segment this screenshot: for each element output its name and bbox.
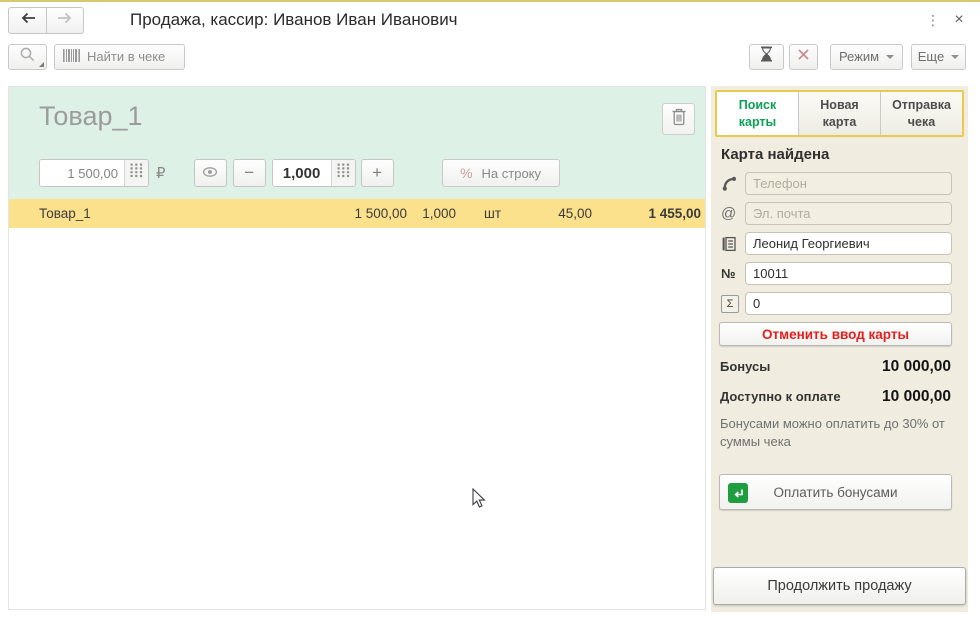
search-icon [19,46,36,68]
mode-label: Режим [838,49,880,64]
hourglass-icon [759,46,774,67]
email-field-row: @ [719,202,952,225]
quantity-increase-button[interactable]: + [360,159,394,187]
plus-icon: + [372,163,383,182]
bonuses-value: 10 000,00 [882,358,951,375]
window-menu-icon[interactable]: ⋮ [922,12,944,29]
search-button[interactable] [8,43,47,70]
phone-icon [719,175,745,192]
line-discount: 45,00 [558,206,592,221]
nav-button-group [8,6,84,34]
price-input[interactable] [40,160,124,186]
line-price: 1 500,00 [354,206,407,221]
price-input-box [39,159,149,187]
number-sign-icon: № [721,266,736,281]
more-dropdown-button[interactable]: Еще [911,43,966,70]
trash-icon [671,108,687,131]
arrow-left-icon [20,11,36,29]
email-input[interactable] [745,202,952,225]
pay-with-bonuses-button[interactable]: Оплатить бонусами [719,474,952,511]
line-total: 1 455,00 [648,206,701,221]
eye-icon [202,163,218,183]
sigma-icon-wrap: Σ [719,294,745,313]
card-status-title: Карта найдена [721,146,830,163]
keypad-icon [130,163,143,183]
quantity-input[interactable] [272,160,331,186]
find-in-receipt-label: Найти в чеке [87,49,166,64]
email-at-icon: @ [721,205,737,222]
sidebar-content: Карта найдена @ № [711,146,968,511]
available-line: Доступно к оплате 10 000,00 [719,388,952,406]
sum-field-row: Σ [719,292,952,315]
receipt-panel: Товар_1 ₽ [8,86,706,610]
bonuses-label: Бонусы [720,359,771,374]
delete-line-button[interactable] [662,103,695,135]
forward-button[interactable] [46,7,83,33]
continue-sale-button[interactable]: Продолжить продажу [713,567,966,605]
more-label: Еще [917,49,945,64]
line-unit: шт [484,206,502,221]
cancel-search-button[interactable] [789,43,818,70]
window-accent-bar [0,0,980,2]
page-title: Продажа, кассир: Иванов Иван Иванович [130,10,458,29]
tab-send-receipt[interactable]: Отправка чека [880,92,962,135]
receipt-line-row[interactable]: Товар_1 1 500,00 1,000 шт 45,00 1 455,00 [9,199,705,228]
minus-icon: − [244,163,255,182]
line-quantity: 1,000 [422,206,456,221]
loyalty-sidebar: Поиск карты Новая карта Отправка чека Ка… [711,86,968,612]
arrow-right-icon [57,11,73,29]
cardholder-input[interactable] [745,232,952,255]
line-discount-button[interactable]: % На строку [441,159,560,187]
product-title: Товар_1 [39,101,143,131]
search-menu-corner [39,61,44,67]
enter-arrow-icon [728,483,748,504]
ruble-sign: ₽ [156,165,166,182]
mode-dropdown-button[interactable]: Режим [830,43,903,70]
barcode-icon [63,48,80,65]
keypad-icon [337,163,350,183]
available-label: Доступно к оплате [720,389,841,404]
tab-new-card[interactable]: Новая карта [798,92,880,135]
quantity-decrease-button[interactable]: − [232,159,266,187]
contact-card-icon [719,236,745,252]
line-product-name: Товар_1 [39,206,91,221]
selected-product-panel: Товар_1 ₽ [9,87,705,199]
phone-field-row [719,172,952,195]
chevron-down-icon [951,54,960,59]
sum-input[interactable] [745,292,952,315]
price-keypad-button[interactable] [124,160,148,186]
pay-with-bonuses-label: Оплатить бонусами [773,484,898,500]
percent-icon: % [460,165,473,181]
cancel-card-entry-button[interactable]: Отменить ввод карты [719,322,952,346]
available-value: 10 000,00 [882,388,951,405]
view-line-button[interactable] [193,159,227,187]
sigma-icon: Σ [721,294,739,313]
back-button[interactable] [9,8,46,33]
toolbar: Найти в чеке Режим Еще [0,43,980,70]
bonuses-line: Бонусы 10 000,00 [719,358,952,376]
line-discount-label: На строку [481,165,542,181]
sidebar-tabs: Поиск карты Новая карта Отправка чека [715,90,964,137]
card-number-field-row: № [719,262,952,285]
x-icon [797,48,810,66]
bonus-note: Бонусами можно оплатить до 30% от суммы … [720,416,945,449]
phone-input[interactable] [745,172,952,195]
wait-button[interactable] [749,43,784,70]
pos-window: Продажа, кассир: Иванов Иван Иванович ⋮ … [0,0,980,622]
card-number-input[interactable] [745,262,952,285]
titlebar: Продажа, кассир: Иванов Иван Иванович ⋮ … [0,5,980,35]
quantity-keypad-button[interactable] [330,160,355,186]
tab-card-search[interactable]: Поиск карты [717,92,798,135]
cardholder-field-row [719,232,952,255]
chevron-down-icon [886,54,895,59]
window-close-icon[interactable]: × [944,11,974,29]
quantity-input-box [271,159,356,187]
find-in-receipt-button[interactable]: Найти в чеке [54,43,185,70]
line-edit-controls: ₽ − + [39,159,560,187]
